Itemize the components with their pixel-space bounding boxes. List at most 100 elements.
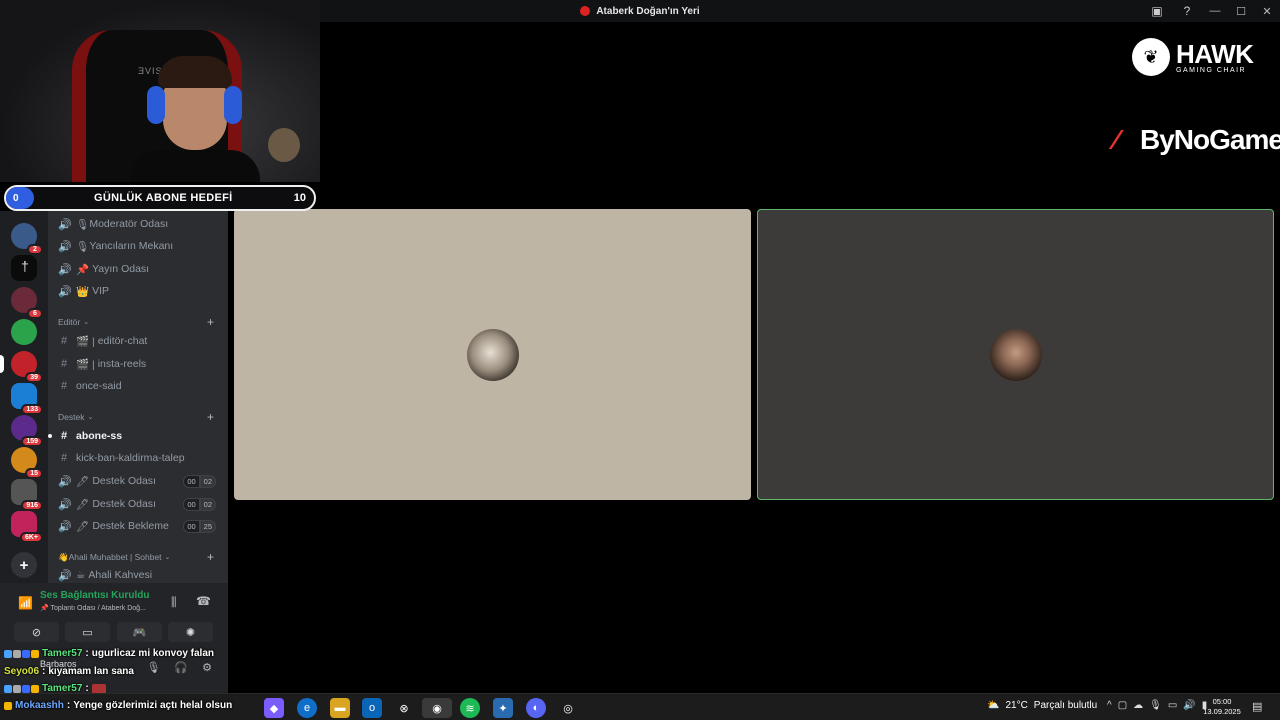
category-ahali-muhabbet[interactable]: 👋 Ahali Muhabbet | Sohbet ⌄ + [58,550,218,564]
clock[interactable]: 05:00 13.09.2025 [1198,697,1246,717]
user-count: 00 [183,474,200,488]
weather-widget[interactable]: ⛅ 21°C Parçalı bulutlu [987,700,1097,711]
participant-tile[interactable] [234,209,751,500]
channel-once-said[interactable]: # once-said [58,377,218,395]
tray-app-icon[interactable]: ☁ [1133,700,1143,711]
add-channel-icon[interactable]: + [207,550,214,564]
channel-emoji: ☕ [76,569,86,581]
channel-yancilarin-mekani[interactable]: 🔊 🎙 Yancıların Mekanı [58,237,218,255]
chat-text: ugurlicaz mi konvoy falan [91,648,215,659]
mention-badge: 916 [21,500,43,511]
channel-vip[interactable]: 🔊 👑 VIP [58,282,218,300]
minimize-button[interactable]: — [1202,0,1228,22]
category-editor[interactable]: Editör ⌄ + [58,315,218,329]
server-icon[interactable]: 159 [11,415,43,447]
spotify-icon[interactable]: ≋ [460,698,480,718]
microphone-icon[interactable]: 🎙 [1149,700,1162,711]
chat-message: Seyo06 : kıyamam lan sana [4,666,134,677]
discord-icon[interactable]: ◐ [526,698,546,718]
add-server-button[interactable]: + [11,552,37,578]
clock-time: 05:00 [1212,697,1232,706]
chrome-icon[interactable]: ◉ [422,698,452,718]
add-channel-icon[interactable]: + [207,315,214,329]
hawk-feather-icon: ❦ [1132,38,1170,76]
soundboard-button[interactable]: ✺ [168,622,213,642]
screen-share-button[interactable]: ▭ [65,622,110,642]
unread-indicator [48,434,52,438]
channel-ahali-kahvesi[interactable]: 🔊 ☕ Ahali Kahvesi [58,566,218,583]
volume-icon[interactable]: 🔊 [1183,700,1195,711]
add-channel-icon[interactable]: + [207,410,214,424]
chat-message: Tamer57 : ugurlicaz mi konvoy falan [4,648,214,659]
xbox-icon[interactable]: ⊗ [394,698,414,718]
channel-label: once-said [76,380,122,392]
edge-icon[interactable]: e [297,698,317,718]
cross-icon: † [21,258,29,274]
channel-destek-bekleme[interactable]: 🔊 🖊 Destek Bekleme 00 25 [58,517,218,535]
server-icon[interactable] [11,319,37,345]
voice-channel-path[interactable]: 📌 Toplantı Odası / Ataberk Doğ... [40,604,146,612]
server-icon[interactable]: 6 [11,287,43,319]
steam-icon[interactable]: ✦ [493,698,513,718]
file-explorer-icon[interactable]: ▬ [330,698,350,718]
gamepad-icon: 🎮 [132,626,147,639]
channel-yayin-odasi[interactable]: 🔊 📌 Yayın Odası [58,260,218,278]
chat-separator: : [66,700,71,711]
hash-icon: # [60,430,68,442]
speaker-icon: 🔊 [58,498,72,511]
server-icon[interactable]: 133 [11,383,43,415]
outlook-icon[interactable]: o [362,698,382,718]
sponsor-bynogame-logo: ⁄ ByNoGame [1114,124,1280,156]
microphone-icon[interactable]: 🎙 [146,661,160,674]
chevron-down-icon: ⌄ [164,554,171,561]
channel-destek-odasi-1[interactable]: 🔊 🖊 Destek Odası 00 02 [58,472,218,490]
chat-text: Yenge gözlerimizi açtı helal olsun [73,700,233,711]
channel-emoji: 🎙 [76,218,90,231]
channel-moderator-odasi[interactable]: 🔊 🎙 Moderatör Odası [58,215,218,233]
bynogame-name: ByNoGame [1140,124,1280,155]
system-tray: ^ ▢ ☁ 🎙 ▭ 🔊 ▮ [1107,700,1207,711]
chevron-down-icon: ⌄ [87,414,94,421]
channel-insta-reels[interactable]: # 🎬 | insta-reels [58,355,218,373]
camera-off-icon: ⊘ [31,626,42,639]
server-icon[interactable]: 39 [0,351,43,383]
chevron-up-icon[interactable]: ^ [1107,700,1112,711]
speaker-icon: 🔊 [58,520,72,533]
chat-username: Tamer57 [42,648,83,659]
gear-icon[interactable]: ⚙ [202,661,212,674]
server-icon[interactable]: † [11,255,37,281]
channel-emoji: 📌 [76,263,90,276]
camera-off-button[interactable]: ⊘ [14,622,59,642]
channel-editor-chat[interactable]: # 🎬 | editör-chat [58,332,218,350]
mention-badge: 133 [21,404,43,415]
voice-status[interactable]: Ses Bağlantısı Kuruldu [40,590,149,601]
channel-abone-ss[interactable]: # abone-ss [58,427,218,445]
server-folder-icon[interactable]: 916 [11,479,43,511]
hawk-tagline: GAMING CHAIR [1176,66,1247,74]
channel-emoji: 🎬 | [76,335,95,348]
server-icon[interactable]: 15 [11,447,43,479]
copilot-icon[interactable]: ◆ [264,698,284,718]
headphones-icon[interactable]: 🎧 [174,661,188,674]
obs-icon[interactable]: ◎ [558,698,578,718]
inbox-icon[interactable]: ▣ [1142,0,1172,22]
category-destek[interactable]: Destek ⌄ + [58,410,218,424]
maximize-button[interactable]: ☐ [1228,0,1254,22]
channel-destek-odasi-2[interactable]: 🔊 🖊 Destek Odası 00 02 [58,495,218,513]
disconnect-icon[interactable]: ☎ [196,594,211,608]
chevron-down-icon: ⌄ [83,319,90,326]
channel-kick-ban-kaldirma-talep[interactable]: # kick-ban-kaldirma-talep [58,449,218,467]
close-button[interactable]: ✕ [1254,0,1280,22]
server-folder-icon[interactable]: 6K+ [11,511,43,543]
noise-suppression-icon[interactable]: ⫼ [171,595,177,610]
participant-tile-speaking[interactable] [757,209,1274,500]
signal-icon[interactable]: 📶 [18,596,33,610]
notification-icon[interactable]: ▤ [1252,700,1262,713]
window-title: Ataberk Doğan'ın Yeri [580,6,700,17]
help-icon[interactable]: ? [1172,0,1202,22]
tray-app-icon[interactable]: ▢ [1118,700,1127,711]
network-icon[interactable]: ▭ [1168,700,1177,711]
channel-label: kick-ban-kaldirma-talep [76,452,185,464]
activity-button[interactable]: 🎮 [117,622,162,642]
server-icon[interactable]: 2 [11,223,43,255]
